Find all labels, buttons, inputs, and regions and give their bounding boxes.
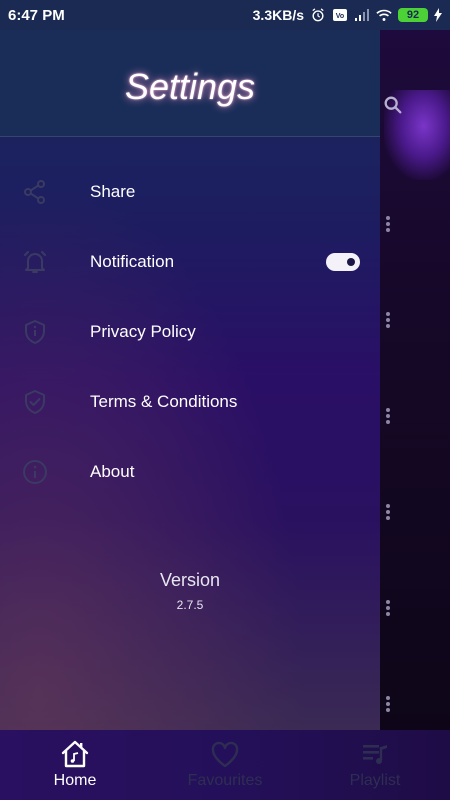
more-options-icon[interactable] (382, 598, 394, 622)
menu-item-notification[interactable]: Notification (0, 232, 380, 292)
nav-home[interactable]: Home (0, 730, 150, 800)
shield-check-icon (25, 390, 45, 414)
status-indicators: 3.3KB/s Vo 92 (253, 7, 442, 23)
wifi-icon (376, 9, 392, 21)
charging-icon (434, 8, 442, 22)
nav-label-home: Home (53, 772, 97, 789)
settings-drawer: Settings Share Notification Privacy Poli… (0, 30, 380, 730)
menu-label-share: Share (90, 182, 136, 201)
menu-label-about: About (90, 462, 135, 481)
share-icon (24, 180, 45, 204)
nav-favourites[interactable]: Favourites (150, 730, 300, 800)
playlist-icon (363, 745, 387, 764)
more-options-icon[interactable] (382, 310, 394, 334)
info-icon (23, 460, 47, 484)
nav-label-favourites: Favourites (187, 772, 263, 789)
home-music-icon (61, 740, 89, 768)
volte-icon: Vo (333, 9, 347, 21)
menu-item-about[interactable]: About (0, 442, 380, 502)
network-speed: 3.3KB/s (252, 7, 304, 23)
bottom-navigation: Home Favourites Playlist (0, 730, 450, 800)
nav-label-playlist: Playlist (349, 772, 401, 789)
drawer-title: Settings (124, 66, 256, 107)
more-options-icon[interactable] (382, 406, 394, 430)
menu-item-share[interactable]: Share (0, 162, 380, 222)
menu-item-terms-conditions[interactable]: Terms & Conditions (0, 372, 380, 432)
menu-label-privacy-policy: Privacy Policy (90, 322, 196, 341)
drawer-header: Settings (0, 30, 380, 137)
more-options-icon[interactable] (382, 502, 394, 526)
battery-indicator: 92 (398, 8, 428, 22)
version-label: Version (159, 570, 221, 590)
status-bar: 6:47 PM 3.3KB/s Vo 92 (0, 0, 450, 30)
menu-item-privacy-policy[interactable]: Privacy Policy (0, 302, 380, 362)
nav-playlist[interactable]: Playlist (300, 730, 450, 800)
alarm-bell-icon (24, 251, 46, 273)
toggle-knob (347, 258, 355, 266)
notification-toggle[interactable] (326, 253, 360, 271)
shield-info-icon (25, 320, 45, 344)
more-options-icon[interactable] (382, 214, 394, 238)
cell-signal-icon (355, 9, 369, 21)
version-number: 2.7.5 (176, 598, 204, 612)
status-time: 6:47 PM (8, 6, 65, 24)
svg-text:Vo: Vo (336, 13, 344, 20)
alarm-clock-icon (312, 8, 324, 22)
search-icon[interactable] (382, 94, 404, 116)
heart-icon (211, 741, 239, 768)
more-options-icon[interactable] (382, 694, 394, 718)
menu-label-terms-conditions: Terms & Conditions (90, 392, 238, 411)
menu-label-notification: Notification (90, 252, 175, 271)
